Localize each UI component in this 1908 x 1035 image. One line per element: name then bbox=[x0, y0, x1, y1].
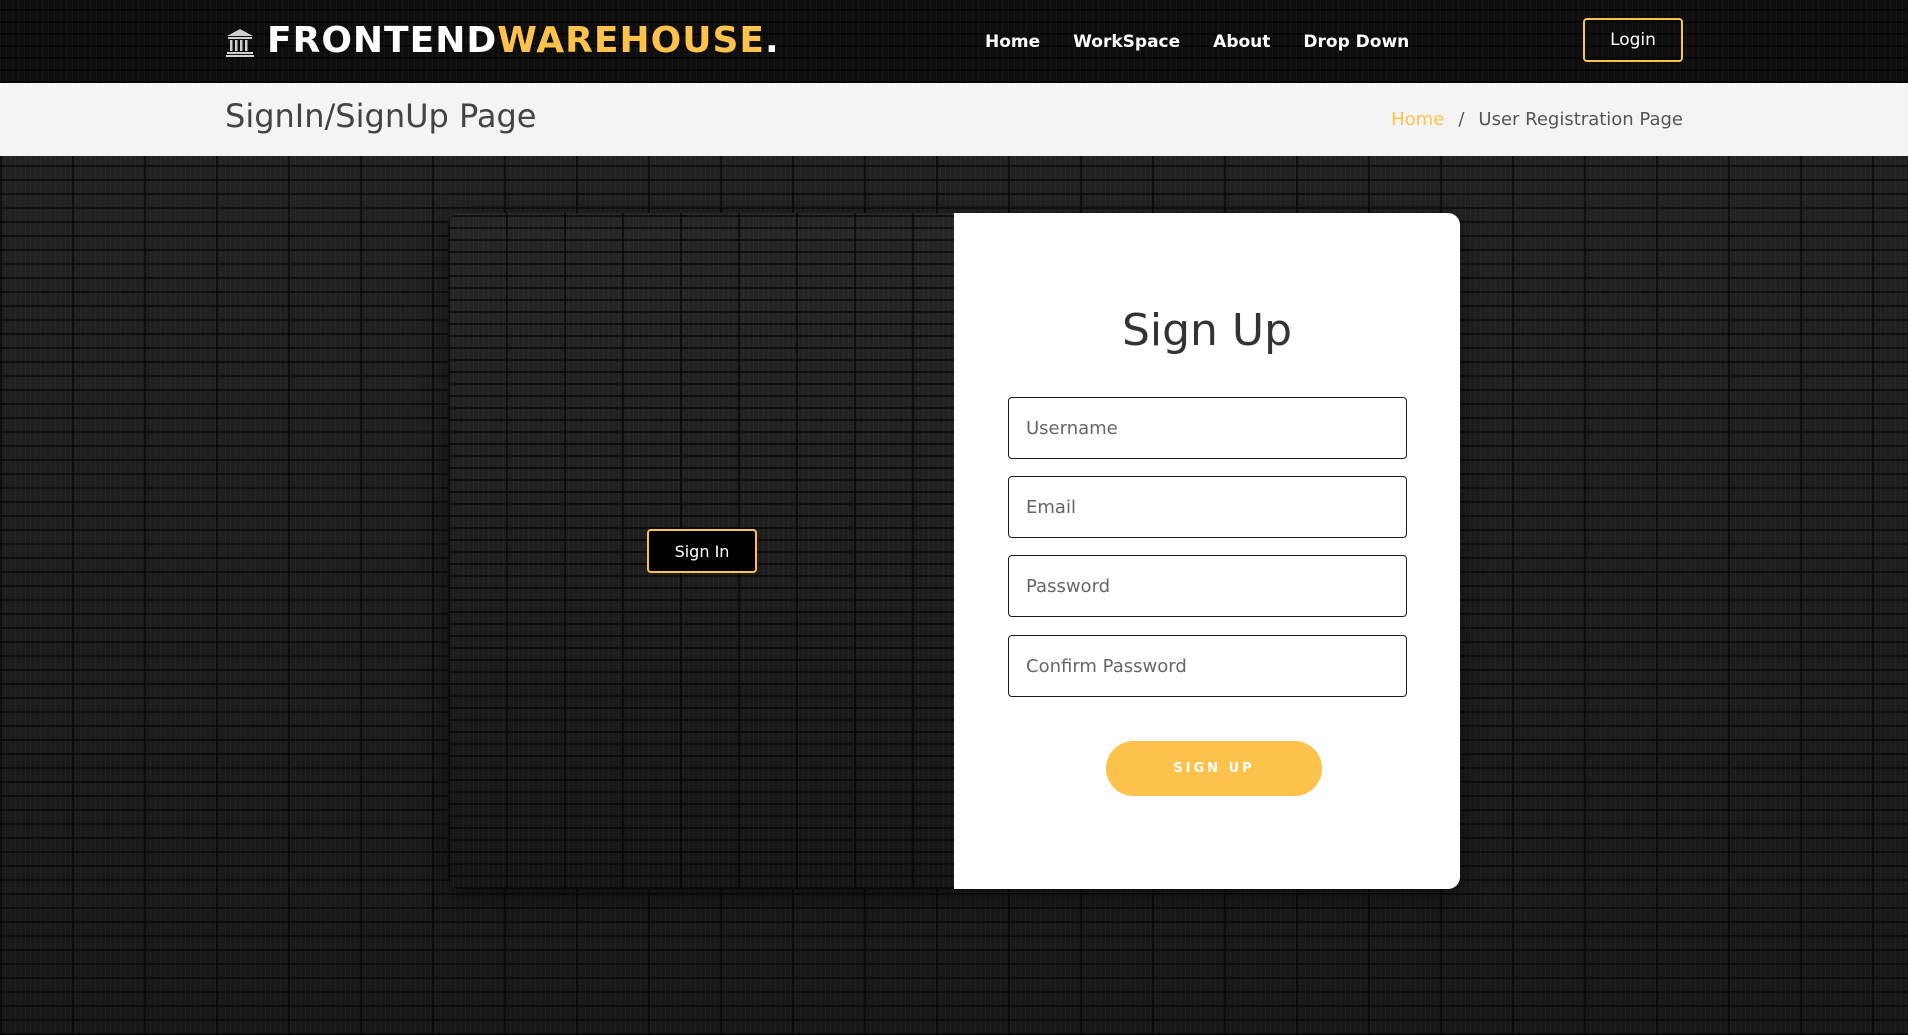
sign-up-button[interactable]: SIGN UP bbox=[1106, 741, 1322, 796]
signin-overlay-panel: Sign In bbox=[448, 213, 954, 889]
page-header-bar: SignIn/SignUp Page Home / User Registrat… bbox=[0, 83, 1908, 156]
auth-card: Sign In Sign Up SIGN UP bbox=[448, 213, 1460, 889]
main-nav: Home WorkSpace About Drop Down bbox=[985, 0, 1442, 83]
breadcrumb-current: User Registration Page bbox=[1478, 109, 1683, 130]
confirm-password-field[interactable] bbox=[1008, 635, 1407, 697]
nav-link-home[interactable]: Home bbox=[985, 32, 1040, 52]
breadcrumb: Home / User Registration Page bbox=[1391, 109, 1683, 130]
login-button[interactable]: Login bbox=[1583, 18, 1683, 62]
bank-building-icon bbox=[226, 29, 254, 57]
breadcrumb-home-link[interactable]: Home bbox=[1391, 109, 1444, 130]
password-field[interactable] bbox=[1008, 555, 1407, 617]
top-navbar: FRONTENDWAREHOUSE. Home WorkSpace About … bbox=[0, 0, 1908, 83]
nav-link-about[interactable]: About bbox=[1213, 32, 1270, 52]
nav-link-drop-down[interactable]: Drop Down bbox=[1303, 32, 1409, 52]
brand-name-part2: WAREHOUSE bbox=[497, 20, 765, 61]
brand-name: FRONTENDWAREHOUSE. bbox=[267, 18, 780, 64]
sign-up-title: Sign Up bbox=[1121, 305, 1293, 356]
nav-link-workspace[interactable]: WorkSpace bbox=[1073, 32, 1180, 52]
brand-logo[interactable]: FRONTENDWAREHOUSE. bbox=[225, 18, 780, 64]
username-field[interactable] bbox=[1008, 397, 1407, 459]
breadcrumb-separator: / bbox=[1458, 109, 1465, 130]
page-title: SignIn/SignUp Page bbox=[225, 97, 537, 135]
email-field[interactable] bbox=[1008, 476, 1407, 538]
brand-name-part1: FRONTEND bbox=[267, 20, 498, 61]
sign-up-form: Sign Up SIGN UP bbox=[954, 213, 1460, 889]
sign-in-button[interactable]: Sign In bbox=[647, 529, 757, 573]
brand-name-dot: . bbox=[764, 20, 780, 61]
